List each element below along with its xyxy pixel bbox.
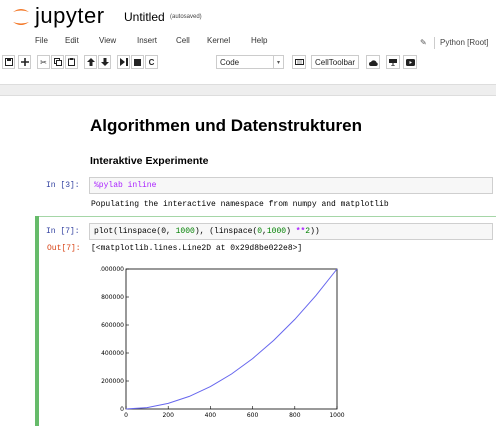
copy-icon bbox=[53, 58, 62, 66]
x-tick-label: 0 bbox=[124, 412, 128, 419]
y-tick-label: 1000000 bbox=[100, 266, 124, 273]
notebook-header: jupyter Untitled (autosaved) bbox=[0, 0, 496, 33]
plus-icon bbox=[20, 58, 29, 66]
keyboard-icon bbox=[294, 59, 304, 65]
y-tick-label: 400000 bbox=[101, 350, 124, 357]
toolbar: ✂ C Code ▾ CellToolbar bbox=[0, 55, 496, 73]
code-token: plot(linspace(0, bbox=[94, 227, 176, 236]
x-tick-label: 600 bbox=[247, 412, 259, 419]
x-tick-label: 400 bbox=[205, 412, 217, 419]
step-forward-icon bbox=[119, 58, 128, 66]
input-prompt: In [7]: bbox=[46, 227, 80, 236]
run-cell-button[interactable] bbox=[117, 55, 130, 69]
youtube-button[interactable] bbox=[403, 55, 417, 69]
restart-kernel-button[interactable]: C bbox=[145, 55, 158, 69]
x-tick-label: 1000 bbox=[329, 412, 344, 419]
input-prompt: In [3]: bbox=[46, 181, 80, 190]
cell-output-text: [<matplotlib.lines.Line2D at 0x29d8be022… bbox=[91, 244, 303, 253]
notebook-heading: Algorithmen und Datenstrukturen bbox=[90, 116, 363, 135]
x-tick-label: 800 bbox=[289, 412, 301, 419]
code-token: )) bbox=[310, 227, 320, 236]
menu-edit[interactable]: Edit bbox=[65, 36, 79, 45]
code-text: %pylab inline bbox=[94, 181, 157, 190]
cut-button[interactable]: ✂ bbox=[37, 55, 50, 69]
x-tick-label: 200 bbox=[162, 412, 174, 419]
presentation-icon bbox=[389, 59, 397, 66]
menu-view[interactable]: View bbox=[99, 36, 116, 45]
header-divider-band bbox=[0, 84, 496, 96]
move-up-button[interactable] bbox=[84, 55, 97, 69]
jupyter-logo-icon bbox=[13, 9, 29, 25]
stop-icon bbox=[134, 58, 141, 66]
menu-help[interactable]: Help bbox=[251, 36, 267, 45]
plot-frame bbox=[125, 268, 338, 410]
command-palette-button[interactable] bbox=[292, 55, 306, 69]
kernel-indicator[interactable]: Python [Root] bbox=[440, 38, 488, 47]
output-prompt: Out[7]: bbox=[47, 244, 81, 253]
selected-cell-indicator bbox=[35, 216, 39, 426]
code-cell-input[interactable]: plot(linspace(0, 1000), (linspace(0,1000… bbox=[89, 223, 493, 240]
menu-file[interactable]: File bbox=[35, 36, 48, 45]
y-tick-label: 200000 bbox=[101, 378, 124, 385]
refresh-icon: C bbox=[148, 57, 155, 67]
code-token: ), (linspace( bbox=[194, 227, 258, 236]
presentation-button[interactable] bbox=[386, 55, 400, 69]
arrow-down-icon bbox=[100, 58, 109, 66]
save-icon bbox=[4, 58, 13, 66]
menu-cell[interactable]: Cell bbox=[176, 36, 190, 45]
notebook-title[interactable]: Untitled bbox=[124, 10, 165, 24]
edit-pencil-icon[interactable]: ✎ bbox=[420, 38, 427, 47]
arrow-up-icon bbox=[86, 58, 95, 66]
code-token: 1000 bbox=[266, 227, 287, 236]
paste-button[interactable] bbox=[65, 55, 78, 69]
play-icon bbox=[405, 58, 415, 66]
menu-kernel[interactable]: Kernel bbox=[207, 36, 230, 45]
chevron-down-icon: ▾ bbox=[273, 56, 283, 68]
line-plot: 0 200 400 600 800 1000 0 200000 400000 600000 8000… bbox=[100, 266, 345, 419]
y-tick-label: 600000 bbox=[101, 322, 124, 329]
insert-cell-button[interactable] bbox=[18, 55, 31, 69]
jupyter-brand[interactable]: jupyter bbox=[35, 3, 105, 29]
paste-icon bbox=[67, 58, 75, 66]
kernel-separator bbox=[434, 37, 435, 49]
code-token: ** bbox=[295, 227, 306, 236]
code-token: ) bbox=[286, 227, 296, 236]
notebook-subheading: Interaktive Experimente bbox=[90, 155, 209, 167]
move-down-button[interactable] bbox=[98, 55, 111, 69]
cell-type-select[interactable]: Code ▾ bbox=[216, 55, 284, 69]
copy-button[interactable] bbox=[51, 55, 64, 69]
interrupt-kernel-button[interactable] bbox=[131, 55, 144, 69]
cell-output-text: Populating the interactive namespace fro… bbox=[91, 200, 389, 209]
cell-type-value: Code bbox=[220, 57, 240, 67]
y-tick-label: 0 bbox=[120, 406, 124, 413]
celltoolbar-button[interactable]: CellToolbar bbox=[311, 55, 359, 69]
code-token: 1000 bbox=[175, 227, 195, 236]
cloud-upload-icon bbox=[368, 59, 378, 66]
y-tick-label: 800000 bbox=[101, 294, 124, 301]
scissors-icon: ✂ bbox=[40, 57, 47, 67]
save-button[interactable] bbox=[2, 55, 15, 69]
code-cell-input[interactable]: %pylab inline bbox=[89, 177, 493, 194]
menu-insert[interactable]: Insert bbox=[137, 36, 157, 45]
upload-button[interactable] bbox=[366, 55, 380, 69]
autosave-status: (autosaved) bbox=[170, 14, 202, 20]
